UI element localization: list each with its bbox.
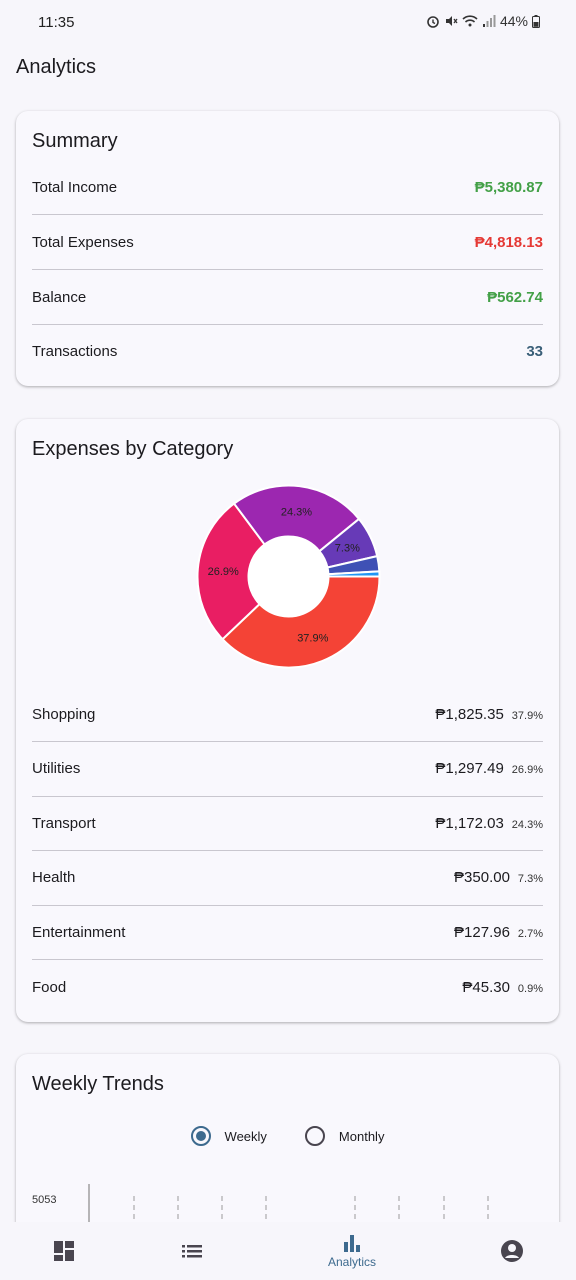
list-icon [182, 1245, 202, 1258]
summary-row-expenses: Total Expenses ₱4,818.13 [32, 215, 543, 269]
category-percent: 2.7% [517, 927, 543, 940]
nav-analytics-label: Analytics [327, 1255, 377, 1269]
trends-title: Weekly Trends [32, 1073, 164, 1095]
radio-monthly[interactable]: Monthly [304, 1126, 385, 1146]
category-row: Food ₱45.30 0.9% [32, 960, 543, 1014]
summary-row-balance: Balance ₱562.74 [32, 270, 543, 324]
alarm-icon [427, 16, 439, 28]
summary-label: Total Expenses [32, 233, 134, 251]
category-amount: ₱1,172.03 [435, 814, 504, 832]
analytics-icon [344, 1235, 360, 1252]
donut-hole [248, 536, 329, 617]
nav-dashboard[interactable] [34, 1222, 94, 1280]
wifi-icon [462, 15, 478, 27]
bottom-nav: Analytics [0, 1222, 576, 1280]
category-row: Health ₱350.00 7.3% [32, 850, 543, 904]
summary-value: ₱4,818.13 [474, 233, 543, 251]
category-amount: ₱45.30 [462, 978, 510, 996]
summary-value: 33 [526, 342, 543, 360]
category-row: Transport ₱1,172.03 24.3% [32, 796, 543, 850]
signal-icon [482, 15, 496, 27]
category-name: Entertainment [32, 923, 126, 941]
category-name: Health [32, 868, 76, 886]
summary-value: ₱5,380.87 [474, 178, 543, 196]
category-percent: 37.9% [511, 709, 543, 722]
category-row: Entertainment ₱127.96 2.7% [32, 905, 543, 959]
summary-row-transactions: Transactions 33 [32, 324, 543, 378]
account-icon [501, 1240, 523, 1262]
status-time: 11:35 [38, 14, 75, 31]
nav-list[interactable] [162, 1222, 222, 1280]
category-percent: 0.9% [517, 982, 543, 995]
donut-label: 26.9% [208, 566, 239, 578]
category-percent: 26.9% [511, 763, 543, 776]
summary-value: ₱562.74 [487, 288, 543, 306]
radio-weekly[interactable]: Weekly [190, 1126, 267, 1146]
donut-label: 7.3% [335, 543, 360, 555]
nav-analytics[interactable]: Analytics [312, 1222, 392, 1280]
category-percent: 7.3% [517, 872, 543, 885]
summary-label: Balance [32, 288, 87, 306]
nav-account[interactable] [482, 1222, 542, 1280]
category-percent: 24.3% [511, 818, 543, 831]
category-amount: ₱1,825.35 [435, 705, 504, 723]
category-name: Utilities [32, 759, 81, 777]
category-row: Shopping ₱1,825.35 37.9% [32, 687, 543, 741]
status-bar: 11:35 44% [0, 0, 576, 46]
radio-monthly-label: Monthly [338, 1128, 385, 1144]
status-icons: 44% [426, 13, 540, 29]
category-row: Utilities ₱1,297.49 26.9% [32, 741, 543, 795]
summary-title: Summary [32, 130, 118, 152]
category-amount: ₱350.00 [454, 868, 510, 886]
category-name: Transport [32, 814, 96, 832]
donut-label: 24.3% [281, 506, 312, 518]
summary-label: Transactions [32, 342, 118, 360]
category-name: Food [32, 978, 67, 996]
summary-label: Total Income [32, 178, 118, 196]
category-amount: ₱127.96 [454, 923, 510, 941]
summary-card: Summary Total Income ₱5,380.87 Total Exp… [16, 111, 559, 386]
category-title: Expenses by Category [32, 438, 234, 460]
donut-chart: 37.9% 26.9% 24.3% 7.3% [196, 484, 381, 669]
donut-label: 37.9% [297, 632, 328, 644]
category-card: Expenses by Category 37.9% 26.9% 24.3% 7.3%… [16, 419, 559, 1022]
category-name: Shopping [32, 705, 96, 723]
battery-icon [532, 14, 540, 28]
radio-weekly-label: Weekly [224, 1128, 267, 1144]
page-title: Analytics [16, 56, 97, 78]
period-toggle: Weekly Monthly [16, 1126, 559, 1146]
dashboard-icon [54, 1241, 74, 1261]
battery-level: 44% [499, 13, 528, 29]
summary-row-income: Total Income ₱5,380.87 [32, 160, 543, 214]
mute-icon [445, 16, 458, 26]
radio-monthly-circle[interactable] [304, 1126, 325, 1146]
radio-weekly-circle[interactable] [190, 1126, 211, 1146]
category-amount: ₱1,297.49 [435, 759, 504, 777]
